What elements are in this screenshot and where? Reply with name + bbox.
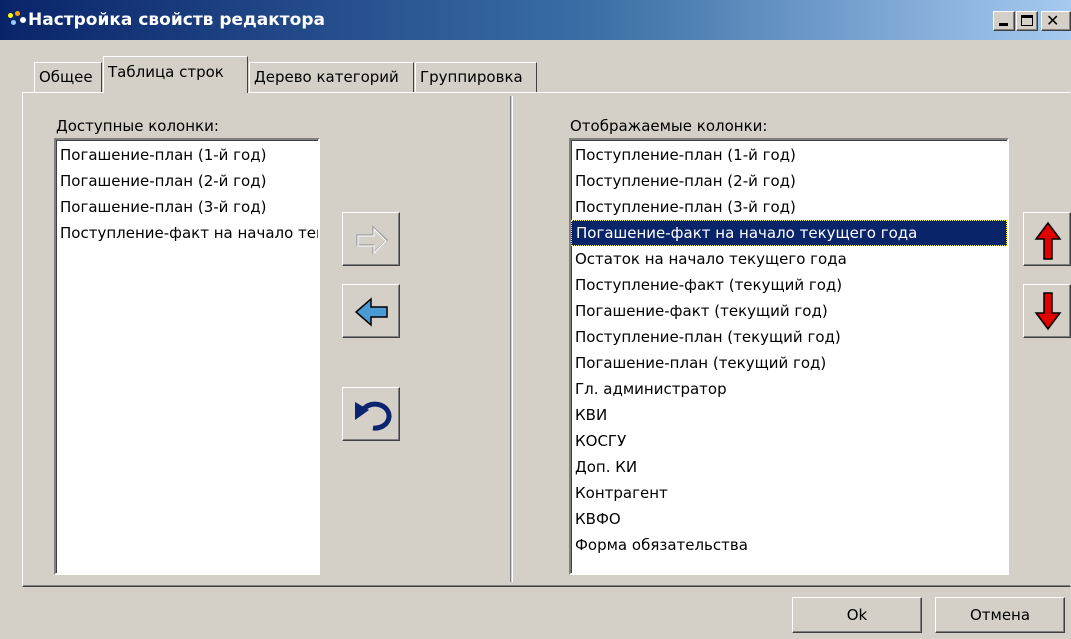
tab-label: Общее <box>39 68 93 86</box>
arrow-up-icon <box>1034 221 1062 260</box>
move-down-button[interactable] <box>1023 284 1071 338</box>
list-item[interactable]: Погашение-план (1-й год) <box>56 142 318 168</box>
close-button[interactable]: ✕ <box>1041 11 1071 31</box>
list-item[interactable]: Поступление-план (текущий год) <box>571 324 1007 350</box>
undo-icon <box>355 401 392 431</box>
list-item[interactable]: Поступление-факт (текущий год) <box>571 272 1007 298</box>
list-item[interactable]: Доп. КИ <box>571 454 1007 480</box>
tab-category-tree[interactable]: Дерево категорий <box>249 62 414 92</box>
minimize-button[interactable] <box>993 11 1015 31</box>
arrow-down-icon <box>1034 292 1062 331</box>
move-up-button[interactable] <box>1023 212 1071 266</box>
tab-label: Группировка <box>420 68 523 86</box>
list-item[interactable]: Форма обязательства <box>571 532 1007 558</box>
tab-grouping[interactable]: Группировка <box>415 62 537 92</box>
tab-label: Дерево категорий <box>254 68 399 86</box>
cancel-button[interactable]: Отмена <box>935 597 1065 633</box>
tab-row-table[interactable]: Таблица строк <box>103 56 248 93</box>
displayed-columns-label: Отображаемые колонки: <box>570 117 768 135</box>
window-title: Настройка свойств редактора <box>28 10 325 30</box>
available-columns-label: Доступные колонки: <box>56 117 219 135</box>
list-item[interactable]: Гл. администратор <box>571 376 1007 402</box>
tab-general[interactable]: Общее <box>34 62 102 92</box>
list-item[interactable]: КВИ <box>571 402 1007 428</box>
list-item[interactable]: Поступление-план (3-й год) <box>571 194 1007 220</box>
available-columns-list[interactable]: Погашение-план (1-й год) Погашение-план … <box>54 138 320 575</box>
panel-divider <box>510 96 513 582</box>
minimize-icon <box>999 23 1008 26</box>
list-item[interactable]: Остаток на начало текущего года <box>571 246 1007 272</box>
maximize-button[interactable] <box>1016 11 1038 31</box>
list-item[interactable]: Погашение-план (текущий год) <box>571 350 1007 376</box>
ok-button-label: Ok <box>846 606 868 624</box>
arrow-right-icon <box>356 225 389 255</box>
list-item[interactable]: Поступление-план (2-й год) <box>571 168 1007 194</box>
list-item[interactable]: Погашение-план (3-й год) <box>56 194 318 220</box>
list-item[interactable]: КВФО <box>571 506 1007 532</box>
ok-button[interactable]: Ok <box>792 597 922 633</box>
list-item[interactable]: Поступление-план (1-й год) <box>571 142 1007 168</box>
list-item-selected[interactable]: Погашение-факт на начало текущего года <box>571 220 1007 246</box>
cancel-button-label: Отмена <box>969 606 1031 624</box>
arrow-left-icon <box>354 297 388 327</box>
remove-column-button[interactable] <box>342 284 400 338</box>
undo-button[interactable] <box>342 387 400 441</box>
close-icon: ✕ <box>1046 11 1060 30</box>
list-item[interactable]: Поступление-факт на начало текущего года <box>56 220 318 246</box>
tab-label: Таблица строк <box>108 63 224 81</box>
maximize-icon <box>1021 15 1033 26</box>
add-column-button[interactable] <box>342 212 400 266</box>
app-icon <box>6 9 26 29</box>
list-item[interactable]: Контрагент <box>571 480 1007 506</box>
list-item[interactable]: Погашение-факт (текущий год) <box>571 298 1007 324</box>
displayed-columns-list[interactable]: Поступление-план (1-й год) Поступление-п… <box>569 138 1009 575</box>
title-bar[interactable]: Настройка свойств редактора ✕ <box>0 0 1071 40</box>
list-item[interactable]: КОСГУ <box>571 428 1007 454</box>
list-item[interactable]: Погашение-план (2-й год) <box>56 168 318 194</box>
